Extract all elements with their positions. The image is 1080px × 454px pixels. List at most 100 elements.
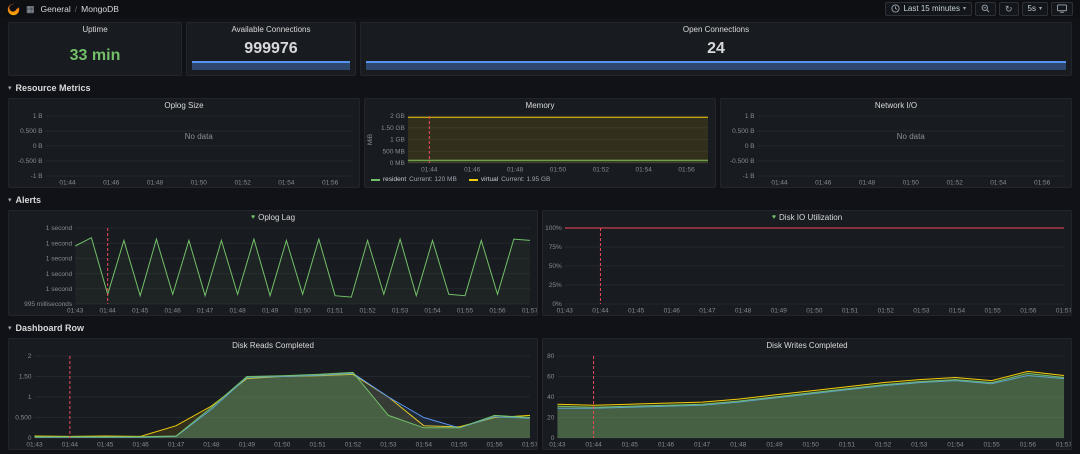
breadcrumb-dashboard[interactable]: MongoDB — [81, 4, 119, 14]
svg-text:01:45: 01:45 — [97, 442, 114, 449]
svg-text:01:46: 01:46 — [133, 442, 150, 449]
svg-text:1 second: 1 second — [46, 256, 73, 263]
svg-text:01:52: 01:52 — [875, 442, 892, 449]
svg-text:01:50: 01:50 — [550, 167, 567, 174]
chevron-down-icon: ▾ — [8, 84, 12, 92]
disk-reads-panel-title[interactable]: Disk Reads Completed — [9, 339, 537, 352]
panel-title-text: Oplog Size — [164, 101, 203, 110]
row-title: Dashboard Row — [16, 323, 85, 333]
refresh-interval-dropdown[interactable]: 5s ▾ — [1022, 2, 1048, 16]
chevron-down-icon: ▾ — [8, 324, 12, 332]
svg-text:01:48: 01:48 — [859, 180, 876, 187]
svg-text:40: 40 — [547, 394, 555, 401]
row-header-resource-metrics[interactable]: ▾ Resource Metrics — [8, 81, 1072, 95]
svg-text:01:50: 01:50 — [294, 308, 311, 315]
topbar: ▦ General / MongoDB Last 15 minutes ▾ ↻ … — [0, 0, 1080, 18]
svg-text:01:44: 01:44 — [592, 308, 609, 315]
svg-text:01:55: 01:55 — [457, 308, 474, 315]
network-io-panel-title[interactable]: Network I/O — [721, 99, 1071, 112]
svg-text:100%: 100% — [545, 225, 562, 232]
svg-text:01:56: 01:56 — [1034, 180, 1051, 187]
row-header-alerts[interactable]: ▾ Alerts — [8, 193, 1072, 207]
svg-text:01:46: 01:46 — [664, 308, 681, 315]
svg-text:01:48: 01:48 — [507, 167, 524, 174]
svg-text:01:54: 01:54 — [949, 308, 966, 315]
svg-text:-0.500 B: -0.500 B — [730, 158, 755, 165]
panel-title-text: Network I/O — [875, 101, 917, 110]
svg-text:01:48: 01:48 — [147, 180, 164, 187]
svg-text:01:45: 01:45 — [628, 308, 645, 315]
svg-text:01:49: 01:49 — [771, 308, 788, 315]
oplog-lag-panel-title[interactable]: ♥ Oplog Lag — [9, 211, 537, 224]
svg-text:01:50: 01:50 — [803, 442, 820, 449]
oplog-size-panel-title[interactable]: Oplog Size — [9, 99, 359, 112]
svg-text:01:48: 01:48 — [730, 442, 747, 449]
svg-text:01:53: 01:53 — [911, 442, 928, 449]
svg-text:01:56: 01:56 — [1020, 442, 1037, 449]
uptime-panel-title[interactable]: Uptime — [9, 23, 181, 36]
svg-text:01:52: 01:52 — [878, 308, 895, 315]
svg-text:50%: 50% — [549, 263, 562, 270]
panel-disk-reads-completed: Disk Reads Completed 21.5010.500001:4301… — [8, 338, 538, 450]
svg-text:01:49: 01:49 — [766, 442, 783, 449]
legend-item-virtual[interactable]: virtual Current: 1.95 GB — [469, 176, 550, 183]
refresh-button[interactable]: ↻ — [999, 2, 1019, 16]
legend-item-resident[interactable]: resident Current: 120 MB — [371, 176, 457, 183]
oplog-size-chart[interactable]: 1 B0.500 B0 B-0.500 B-1 B01:4401:4601:48… — [9, 112, 359, 187]
svg-text:01:44: 01:44 — [421, 167, 438, 174]
svg-text:01:47: 01:47 — [694, 442, 711, 449]
memory-panel-title[interactable]: Memory — [365, 99, 715, 112]
svg-text:1 B: 1 B — [33, 113, 43, 120]
row-header-dashboard-row[interactable]: ▾ Dashboard Row — [8, 321, 1072, 335]
svg-text:0 MB: 0 MB — [390, 160, 405, 167]
panel-open-connections: Open Connections 24 — [360, 22, 1072, 76]
svg-text:01:48: 01:48 — [203, 442, 220, 449]
disk-io-utilization-panel-title[interactable]: ♥ Disk IO Utilization — [543, 211, 1071, 224]
dashboard: Uptime 33 min Available Connections 9999… — [0, 18, 1080, 450]
zoom-out-button[interactable] — [975, 2, 996, 16]
disk-writes-chart[interactable]: 80604020001:4301:4401:4501:4601:4701:480… — [543, 352, 1071, 449]
disk-reads-chart[interactable]: 21.5010.500001:4301:4401:4501:4601:4701:… — [9, 352, 537, 449]
svg-text:01:44: 01:44 — [100, 308, 117, 315]
memory-chart[interactable]: 2 GB1.50 GB1 GB500 MB0 MB01:4401:4601:48… — [365, 112, 715, 174]
disk-io-utilization-chart[interactable]: 100%75%50%25%0%01:4301:4401:4501:4601:47… — [543, 224, 1071, 315]
svg-text:500 MB: 500 MB — [382, 148, 404, 155]
clock-icon — [891, 4, 900, 15]
svg-text:1 second: 1 second — [46, 286, 73, 293]
svg-text:1.50: 1.50 — [19, 374, 32, 381]
available-connections-gauge-bar — [192, 61, 350, 70]
svg-text:01:52: 01:52 — [234, 180, 251, 187]
svg-text:0 B: 0 B — [745, 143, 755, 150]
series-swatch — [469, 179, 478, 181]
topbar-controls: Last 15 minutes ▾ ↻ 5s ▾ — [885, 2, 1073, 16]
series-current-value: Current: 1.95 GB — [501, 176, 550, 183]
open-connections-value: 24 — [361, 36, 1071, 61]
svg-text:01:45: 01:45 — [132, 308, 149, 315]
network-io-chart[interactable]: 1 B0.500 B0 B-0.500 B-1 B01:4401:4601:48… — [721, 112, 1071, 187]
svg-text:01:43: 01:43 — [549, 442, 566, 449]
breadcrumb-folder[interactable]: General — [41, 4, 71, 14]
panel-disk-io-utilization: ♥ Disk IO Utilization 100%75%50%25%0%01:… — [542, 210, 1072, 316]
cycle-view-button[interactable] — [1051, 2, 1073, 16]
svg-text:01:53: 01:53 — [392, 308, 409, 315]
svg-text:01:48: 01:48 — [735, 308, 752, 315]
svg-text:01:44: 01:44 — [62, 442, 79, 449]
breadcrumb-separator: / — [75, 4, 77, 14]
oplog-lag-chart[interactable]: 1 second1 second1 second1 second1 second… — [9, 224, 537, 315]
open-connections-panel-title[interactable]: Open Connections — [361, 23, 1071, 36]
svg-text:No data: No data — [897, 132, 926, 141]
time-range-picker[interactable]: Last 15 minutes ▾ — [885, 2, 972, 16]
row-title: Resource Metrics — [16, 83, 91, 93]
svg-text:0.500 B: 0.500 B — [20, 128, 42, 135]
available-connections-panel-title[interactable]: Available Connections — [187, 23, 355, 36]
svg-text:01:45: 01:45 — [622, 442, 639, 449]
svg-text:01:49: 01:49 — [239, 442, 256, 449]
grafana-logo[interactable] — [7, 3, 20, 16]
alert-ok-heart-icon: ♥ — [772, 214, 776, 221]
svg-text:0.500: 0.500 — [15, 415, 32, 422]
disk-writes-panel-title[interactable]: Disk Writes Completed — [543, 339, 1071, 352]
svg-text:995 milliseconds: 995 milliseconds — [24, 301, 73, 308]
chevron-down-icon: ▾ — [1039, 6, 1042, 12]
time-range-label: Last 15 minutes — [903, 5, 959, 13]
svg-text:1 second: 1 second — [46, 271, 73, 278]
